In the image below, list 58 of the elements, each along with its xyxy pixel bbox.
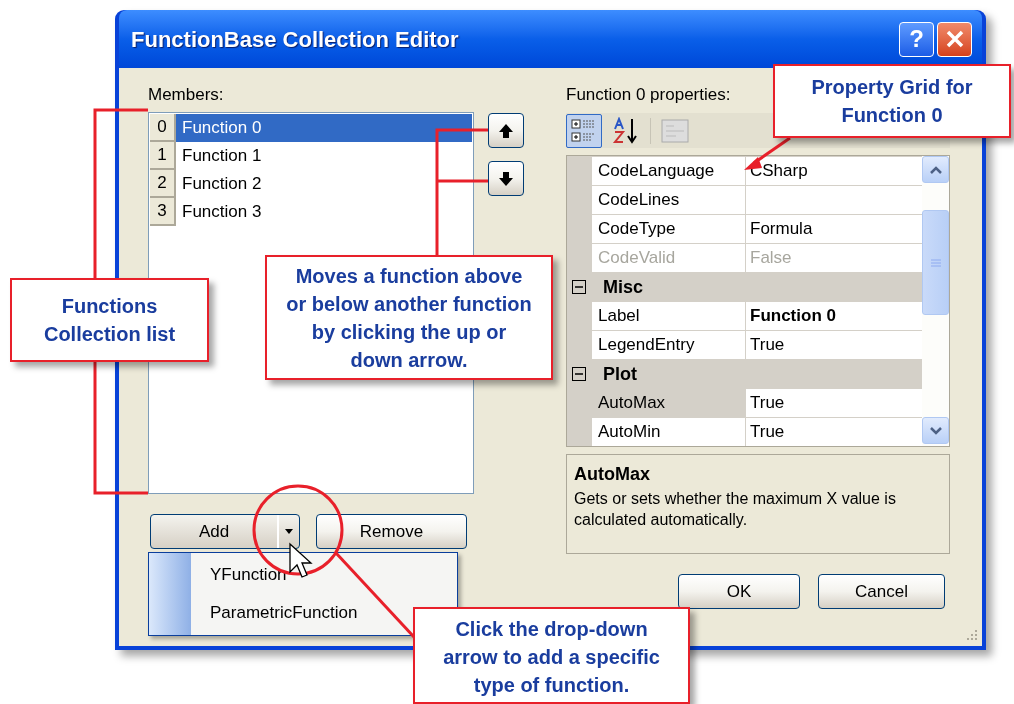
- property-value[interactable]: Formula: [746, 215, 922, 243]
- property-value[interactable]: True: [746, 418, 922, 446]
- vertical-scrollbar[interactable]: [922, 156, 949, 446]
- up-arrow-icon: [498, 122, 514, 139]
- member-index: 3: [150, 198, 176, 226]
- description-text: Gets or sets whether the maximum X value is calculated automatically.: [574, 489, 897, 530]
- property-value[interactable]: True: [746, 389, 922, 417]
- category-label: Plot: [602, 362, 637, 386]
- scroll-thumb[interactable]: [922, 210, 949, 315]
- callout-text: Click the drop-down arrow to add a specific type of function.: [442, 617, 661, 698]
- properties-label: Function 0 properties:: [566, 86, 731, 104]
- member-index: 0: [150, 114, 176, 142]
- description-title: AutoMax: [574, 463, 651, 486]
- cancel-button[interactable]: Cancel: [818, 574, 945, 609]
- category-label: Misc: [602, 275, 644, 299]
- callout-text: Property Grid for Function 0: [810, 75, 974, 128]
- member-name: Function 0: [181, 117, 262, 140]
- property-value[interactable]: Function 0: [746, 302, 922, 330]
- collapse-icon[interactable]: [572, 367, 586, 381]
- member-index: 2: [150, 170, 176, 198]
- property-name[interactable]: CodeLanguage: [592, 157, 745, 185]
- property-name[interactable]: LegendEntry: [592, 331, 745, 359]
- callout-text: Moves a function above or below another function by clicking the up or down arrow.: [285, 263, 533, 373]
- member-item[interactable]: 1 Function 1: [150, 142, 472, 170]
- remove-button[interactable]: Remove: [316, 514, 467, 549]
- move-up-button[interactable]: [488, 113, 524, 148]
- resize-grip-icon[interactable]: [964, 628, 978, 642]
- menu-item[interactable]: ParametricFunction: [191, 594, 358, 632]
- ok-button[interactable]: OK: [678, 574, 800, 609]
- member-item[interactable]: 2 Function 2: [150, 170, 472, 198]
- member-item[interactable]: 0 Function 0: [150, 114, 472, 142]
- property-name[interactable]: CodeLines: [592, 186, 745, 214]
- member-index: 1: [150, 142, 176, 170]
- close-icon: [944, 29, 965, 49]
- scroll-down-button[interactable]: [922, 417, 949, 444]
- dropdown-arrow-icon[interactable]: [285, 529, 293, 534]
- categorized-view-button[interactable]: [566, 113, 602, 148]
- member-name: Function 3: [181, 201, 262, 224]
- chevron-down-icon: [929, 426, 942, 435]
- property-name[interactable]: Label: [592, 302, 745, 330]
- callout-text: Functions Collection list: [42, 294, 177, 347]
- scroll-up-button[interactable]: [922, 156, 949, 183]
- collapse-icon[interactable]: [572, 280, 586, 294]
- chevron-up-icon: [929, 165, 942, 174]
- move-down-button[interactable]: [488, 161, 524, 196]
- property-value[interactable]: True: [746, 331, 922, 359]
- property-name[interactable]: AutoMin: [592, 418, 745, 446]
- add-split-button[interactable]: Add: [150, 514, 300, 549]
- window-title: FunctionBase Collection Editor: [131, 25, 460, 54]
- member-item[interactable]: 3 Function 3: [150, 198, 472, 226]
- members-label: Members:: [148, 86, 225, 104]
- menu-item[interactable]: YFunction: [191, 556, 358, 594]
- member-name: Function 1: [181, 145, 262, 168]
- grip-icon: [930, 258, 941, 267]
- member-name: Function 2: [181, 173, 262, 196]
- property-name[interactable]: CodeType: [592, 215, 745, 243]
- down-arrow-icon: [498, 170, 514, 187]
- close-button[interactable]: [937, 21, 972, 57]
